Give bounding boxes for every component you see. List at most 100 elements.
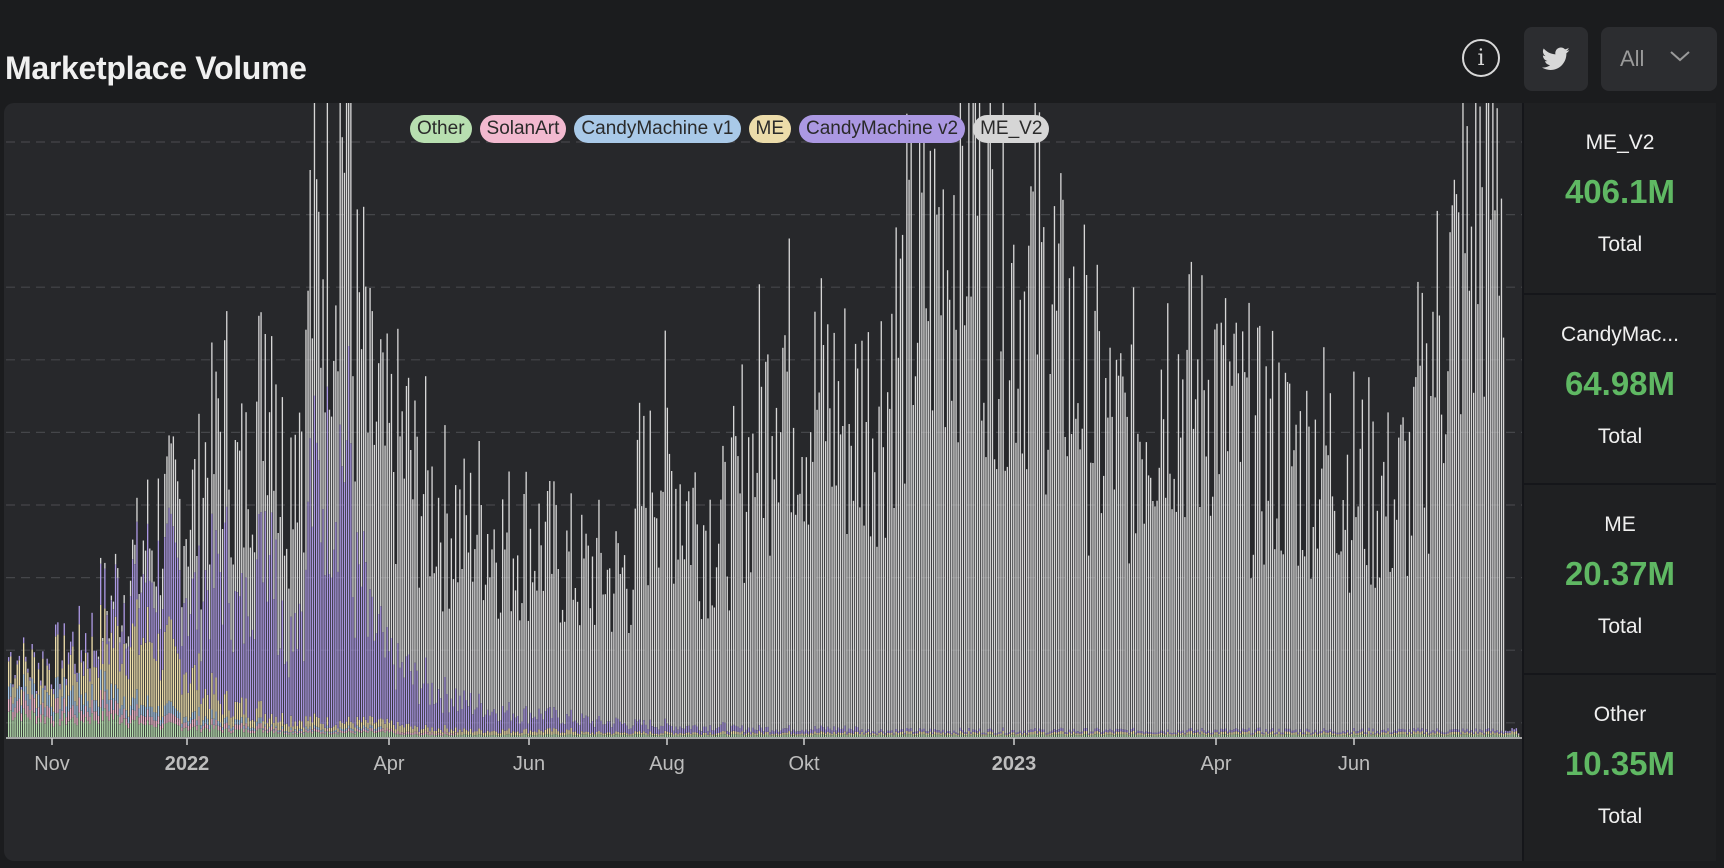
bar-segment bbox=[82, 714, 85, 723]
bar-segment bbox=[123, 708, 125, 719]
bar-segment bbox=[1464, 732, 1466, 735]
bar-segment bbox=[215, 677, 217, 712]
bar-segment bbox=[59, 689, 61, 710]
legend-item[interactable]: SolanArt bbox=[479, 115, 567, 143]
bar-segment bbox=[330, 734, 333, 737]
bar-segment bbox=[583, 734, 585, 737]
bar-segment bbox=[959, 730, 962, 734]
bar-segment bbox=[1263, 735, 1265, 737]
bar-segment bbox=[27, 668, 29, 673]
bar-segment bbox=[367, 728, 369, 731]
bar-segment bbox=[476, 534, 478, 708]
bar-segment bbox=[213, 588, 215, 695]
legend-item[interactable]: ME bbox=[748, 115, 791, 143]
bar-segment bbox=[166, 714, 168, 723]
bar-segment bbox=[711, 605, 713, 731]
bar-segment bbox=[1434, 397, 1436, 732]
bar-segment bbox=[1034, 103, 1036, 729]
bar-segment bbox=[1286, 731, 1289, 735]
bar-segment bbox=[251, 730, 254, 733]
bar-segment bbox=[50, 684, 53, 689]
bar-segment bbox=[598, 716, 600, 731]
bar-segment bbox=[546, 491, 549, 709]
bar-segment bbox=[260, 312, 262, 513]
bar-segment bbox=[728, 732, 731, 735]
bar-segment bbox=[12, 703, 14, 712]
bar-segment bbox=[177, 717, 179, 726]
bar-segment bbox=[899, 258, 902, 730]
bar-segment bbox=[865, 732, 867, 735]
bar-segment bbox=[641, 732, 643, 735]
bar-segment bbox=[226, 728, 228, 737]
x-tick-label: 2022 bbox=[165, 753, 210, 775]
bar-segment bbox=[194, 459, 196, 573]
bar-segment bbox=[931, 732, 934, 734]
bar-segment bbox=[440, 698, 442, 730]
bar-segment bbox=[112, 609, 115, 649]
bar-segment bbox=[831, 486, 833, 731]
bar-segment bbox=[140, 592, 142, 645]
bar-segment bbox=[1088, 735, 1090, 737]
bar-segment bbox=[375, 421, 378, 634]
bar-segment bbox=[767, 732, 769, 735]
bar-segment bbox=[842, 728, 844, 733]
bar-segment bbox=[164, 537, 166, 632]
bar-segment bbox=[1261, 733, 1263, 736]
bar-segment bbox=[559, 733, 562, 736]
bar-segment bbox=[283, 555, 286, 665]
bar-segment bbox=[944, 735, 947, 737]
legend-item[interactable]: CandyMachine v1 bbox=[574, 115, 741, 143]
bar-segment bbox=[1139, 731, 1141, 733]
bar-segment bbox=[277, 733, 279, 737]
bar-segment bbox=[241, 728, 243, 737]
bar-segment bbox=[1073, 266, 1075, 729]
legend-item[interactable]: CandyMachine v2 bbox=[799, 115, 966, 143]
bar-segment bbox=[189, 614, 192, 684]
bar-segment bbox=[147, 479, 149, 524]
bar-segment bbox=[1214, 729, 1216, 733]
bar-segment bbox=[869, 734, 872, 736]
time-range-select[interactable]: All bbox=[1601, 27, 1717, 91]
bar-segment bbox=[681, 728, 684, 734]
bar-segment bbox=[1229, 729, 1231, 733]
bar-segment bbox=[1167, 732, 1169, 735]
bar-segment bbox=[1047, 735, 1049, 737]
bar-segment bbox=[929, 729, 932, 732]
info-icon[interactable]: i bbox=[1462, 39, 1500, 77]
bar-segment bbox=[1475, 103, 1477, 729]
bar-segment bbox=[112, 698, 115, 710]
legend-item[interactable]: Other bbox=[410, 115, 472, 143]
bar-segment bbox=[1169, 735, 1171, 737]
bar-segment bbox=[1468, 735, 1471, 737]
bar-segment bbox=[311, 722, 314, 730]
bar-segment bbox=[1235, 728, 1237, 732]
bar-segment bbox=[1008, 380, 1011, 733]
bar-segment bbox=[448, 732, 450, 735]
legend-item[interactable]: ME_V2 bbox=[973, 115, 1050, 143]
twitter-share-button[interactable] bbox=[1524, 27, 1588, 91]
bar-segment bbox=[555, 504, 557, 710]
bar-segment bbox=[1105, 729, 1107, 732]
bar-segment bbox=[579, 735, 581, 737]
bar-segment bbox=[337, 732, 339, 734]
bar-segment bbox=[996, 734, 998, 736]
bar-segment bbox=[324, 731, 326, 733]
bar-segment bbox=[399, 436, 401, 668]
bar-segment bbox=[318, 729, 320, 733]
bar-segment bbox=[271, 724, 273, 727]
bar-segment bbox=[559, 622, 562, 724]
bar-segment bbox=[1370, 584, 1372, 733]
bar-segment bbox=[989, 103, 991, 729]
bar-segment bbox=[658, 729, 660, 735]
bar-segment bbox=[559, 723, 562, 733]
bar-segment bbox=[1340, 735, 1342, 737]
bar-segment bbox=[386, 627, 388, 719]
bar-segment bbox=[1175, 511, 1178, 733]
bar-segment bbox=[1154, 506, 1156, 733]
bar-segment bbox=[1008, 735, 1011, 737]
bar-segment bbox=[566, 729, 568, 735]
bar-segment bbox=[972, 103, 974, 730]
bar-segment bbox=[1333, 735, 1336, 737]
bar-segment bbox=[1299, 729, 1302, 732]
bar-segment bbox=[869, 735, 872, 737]
